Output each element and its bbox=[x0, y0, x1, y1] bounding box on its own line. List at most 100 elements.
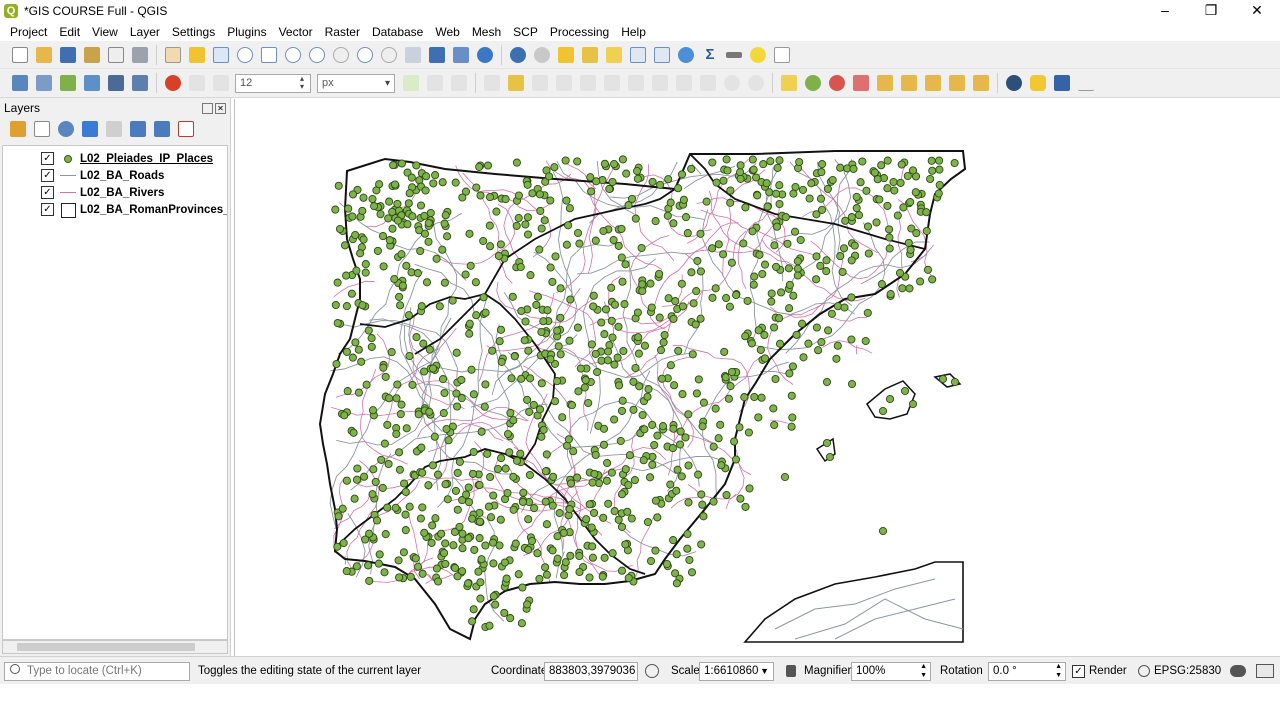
attribute-table-icon[interactable] bbox=[630, 46, 646, 63]
print-layout-icon[interactable] bbox=[108, 46, 124, 63]
new-map-view-icon[interactable] bbox=[429, 46, 445, 63]
menu-vector[interactable]: Vector bbox=[273, 25, 319, 39]
zoom-full-icon[interactable] bbox=[285, 46, 301, 63]
layer-row-rivers[interactable]: ✓ L02_BA_Rivers bbox=[3, 184, 227, 201]
globe-plugin-icon[interactable] bbox=[1006, 75, 1022, 91]
field-calculator-icon[interactable] bbox=[654, 46, 670, 63]
layer-checkbox[interactable]: ✓ bbox=[41, 186, 54, 199]
open-project-icon[interactable] bbox=[36, 46, 52, 63]
new-shapefile-icon[interactable] bbox=[60, 75, 76, 91]
toggle-extents-icon[interactable] bbox=[645, 661, 659, 681]
python-console-icon[interactable] bbox=[1030, 75, 1046, 91]
new-spatialite-icon[interactable] bbox=[84, 75, 100, 91]
magnifier-spinbox[interactable]: 100% ▲ ▼ bbox=[851, 661, 931, 681]
map-tips-icon[interactable] bbox=[750, 46, 766, 63]
label-change-icon[interactable] bbox=[949, 75, 965, 91]
menu-web[interactable]: Web bbox=[429, 25, 465, 39]
select-by-value-icon[interactable] bbox=[582, 46, 598, 63]
toggle-editing-icon[interactable] bbox=[165, 75, 181, 91]
layer-row-roads[interactable]: ✓ L02_BA_Roads bbox=[3, 167, 227, 184]
coordinate-capture-icon[interactable] bbox=[1078, 75, 1094, 91]
new-project-icon[interactable] bbox=[12, 46, 28, 63]
scale-combo[interactable]: 1:6610860 ▼ bbox=[699, 661, 774, 681]
layer-checkbox[interactable]: ✓ bbox=[41, 203, 54, 216]
log-messages-icon[interactable] bbox=[1256, 661, 1274, 681]
text-annotation-icon[interactable] bbox=[774, 46, 790, 63]
menu-mesh[interactable]: Mesh bbox=[466, 25, 507, 39]
zoom-out-icon[interactable] bbox=[237, 46, 253, 63]
label-pin-icon[interactable] bbox=[853, 75, 869, 91]
label-rotate-icon[interactable] bbox=[925, 75, 941, 91]
zoom-native-icon[interactable] bbox=[357, 46, 373, 63]
collapse-all-icon[interactable] bbox=[154, 121, 170, 137]
layout-manager-icon[interactable] bbox=[132, 46, 148, 63]
run-action-icon[interactable] bbox=[534, 46, 550, 63]
data-source-manager-icon[interactable] bbox=[12, 75, 28, 91]
rotation-spinbox[interactable]: 0.0 ° ▲ ▼ bbox=[988, 661, 1066, 681]
zoom-to-selection-icon[interactable] bbox=[309, 46, 325, 63]
locator-box[interactable]: Type to locate (Ctrl+K) bbox=[4, 661, 190, 681]
style-brush-icon[interactable] bbox=[10, 121, 26, 137]
layer-row-places[interactable]: ✓ L02_Pleiades_IP_Places bbox=[3, 150, 227, 167]
save-project-icon[interactable] bbox=[60, 46, 76, 63]
layer-name[interactable]: L02_BA_Roads bbox=[80, 170, 164, 182]
zoom-in-icon[interactable] bbox=[213, 46, 229, 63]
layer-checkbox[interactable]: ✓ bbox=[41, 169, 54, 182]
close-panel-icon[interactable]: ✕ bbox=[215, 102, 226, 114]
add-vector-layer-icon[interactable] bbox=[132, 75, 148, 91]
statistics-sigma-icon[interactable]: Σ bbox=[702, 46, 718, 63]
pencil-icon[interactable] bbox=[508, 75, 524, 91]
new-3d-view-icon[interactable] bbox=[453, 46, 469, 63]
pan-to-selection-icon[interactable] bbox=[189, 46, 205, 63]
menu-layer[interactable]: Layer bbox=[124, 25, 166, 39]
menu-settings[interactable]: Settings bbox=[166, 25, 221, 39]
messages-icon[interactable] bbox=[1230, 661, 1246, 681]
label-properties-icon[interactable] bbox=[973, 75, 989, 91]
menu-plugins[interactable]: Plugins bbox=[221, 25, 272, 39]
menu-scp[interactable]: SCP bbox=[507, 25, 544, 39]
float-panel-icon[interactable] bbox=[202, 102, 213, 114]
diagram-icon[interactable] bbox=[805, 75, 821, 91]
layer-tree-horizontal-scrollbar[interactable] bbox=[2, 640, 228, 654]
menu-edit[interactable]: Edit bbox=[53, 25, 86, 39]
select-features-icon[interactable] bbox=[558, 46, 574, 63]
menu-processing[interactable]: Processing bbox=[544, 25, 615, 39]
render-checkbox[interactable]: ✓ bbox=[1072, 664, 1085, 678]
processing-toolbox-icon[interactable] bbox=[678, 46, 694, 63]
identify-icon[interactable] bbox=[510, 46, 526, 63]
zoom-to-layer-icon[interactable] bbox=[333, 46, 349, 63]
coordinate-field[interactable]: 883803,3979036 bbox=[544, 661, 638, 681]
menu-help[interactable]: Help bbox=[615, 25, 652, 39]
minimize-button[interactable]: – bbox=[1142, 0, 1188, 22]
font-size-spinbox[interactable]: 12 bbox=[235, 73, 311, 93]
measure-icon[interactable] bbox=[726, 51, 742, 58]
menu-project[interactable]: Project bbox=[4, 25, 53, 39]
layer-name[interactable]: L02_BA_RomanProvinces_A bbox=[80, 204, 227, 216]
manage-themes-icon[interactable] bbox=[58, 121, 74, 137]
lock-scale-icon[interactable] bbox=[786, 661, 796, 681]
map-canvas[interactable] bbox=[234, 99, 1280, 656]
render-toggle[interactable]: ✓ Render bbox=[1072, 661, 1127, 681]
snapping-icon[interactable] bbox=[403, 75, 419, 91]
maximize-button[interactable]: ❐ bbox=[1188, 0, 1234, 22]
label-highlight-icon[interactable] bbox=[829, 75, 845, 91]
add-group-icon[interactable] bbox=[34, 121, 50, 137]
save-as-icon[interactable] bbox=[84, 46, 100, 63]
locator-input[interactable]: Type to locate (Ctrl+K) bbox=[4, 661, 190, 681]
help-icon[interactable] bbox=[1054, 75, 1070, 91]
label-show-hide-icon[interactable] bbox=[877, 75, 893, 91]
crs-button[interactable]: EPSG:25830 bbox=[1138, 661, 1221, 681]
layer-name[interactable]: L02_Pleiades_IP_Places bbox=[80, 153, 213, 165]
new-temp-layer-icon[interactable] bbox=[108, 75, 124, 91]
layer-checkbox[interactable]: ✓ bbox=[41, 152, 54, 165]
zoom-rubberband-icon[interactable] bbox=[261, 46, 277, 63]
pan-icon[interactable] bbox=[165, 46, 181, 63]
layer-row-provinces[interactable]: ✓ L02_BA_RomanProvinces_A bbox=[3, 201, 227, 218]
menu-view[interactable]: View bbox=[86, 25, 124, 39]
label-tool-icon[interactable] bbox=[781, 75, 797, 91]
layer-name[interactable]: L02_BA_Rivers bbox=[80, 187, 164, 199]
close-button[interactable]: ✕ bbox=[1234, 0, 1280, 22]
filter-icon[interactable] bbox=[82, 121, 98, 137]
remove-layer-icon[interactable] bbox=[178, 121, 194, 137]
refresh-icon[interactable] bbox=[477, 46, 493, 63]
